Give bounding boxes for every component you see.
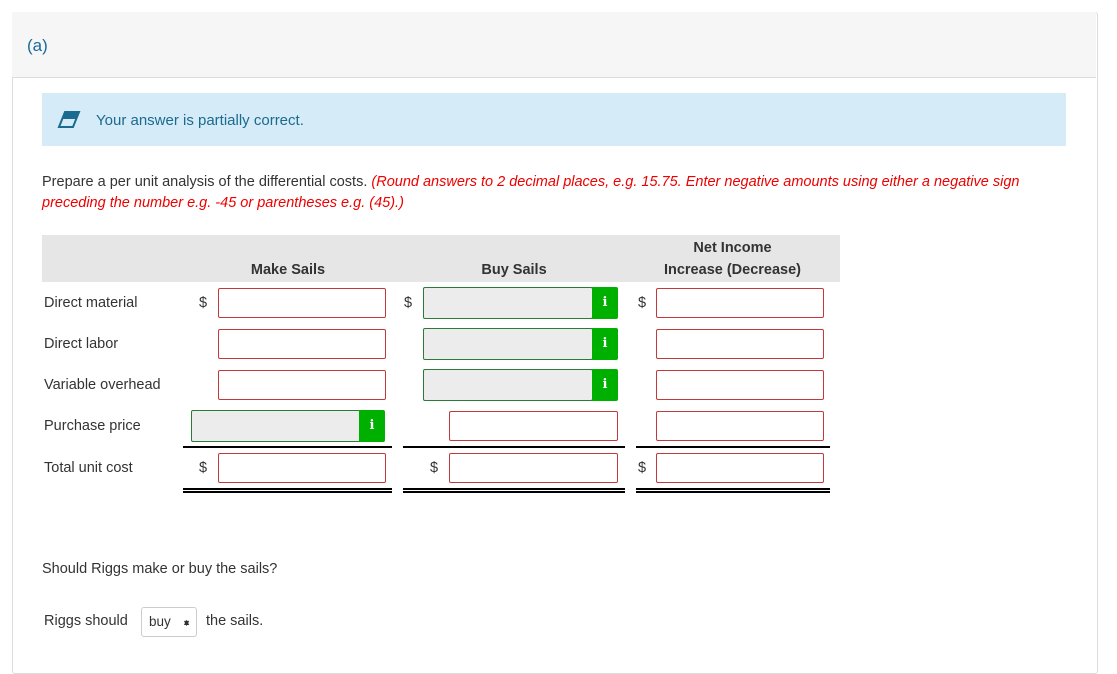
make-or-buy-select[interactable]: buy ▲ ▼ — [141, 607, 197, 637]
make-variable-overhead-input[interactable] — [218, 370, 386, 400]
decision-question: Should Riggs make or buy the sails? — [42, 561, 278, 577]
net-direct-material-input[interactable] — [656, 288, 824, 318]
buy-direct-material-input[interactable] — [423, 287, 593, 319]
dollar-sign: $ — [199, 460, 208, 476]
answer-suffix: the sails. — [206, 613, 264, 629]
header-buy: Buy Sails — [481, 262, 547, 278]
header-net-1: Net Income — [693, 240, 772, 256]
subtotal-line — [636, 446, 830, 448]
answer-prefix: Riggs should — [44, 613, 128, 629]
buy-total-unit-cost-input[interactable] — [449, 453, 618, 483]
dollar-sign: $ — [199, 295, 208, 311]
info-icon[interactable]: i — [592, 328, 618, 360]
make-total-unit-cost-input[interactable] — [218, 453, 386, 483]
row-label-purchase-price: Purchase price — [44, 418, 141, 434]
dollar-sign: $ — [638, 460, 647, 476]
net-direct-labor-input[interactable] — [656, 329, 824, 359]
dollar-sign: $ — [404, 295, 413, 311]
row-label-direct-labor: Direct labor — [44, 336, 119, 352]
info-icon[interactable]: i — [359, 410, 385, 442]
row-label-total-unit-cost: Total unit cost — [44, 460, 133, 476]
total-double-line — [403, 488, 625, 493]
select-arrows-icon-down: ▼ — [182, 618, 191, 628]
dollar-sign: $ — [430, 460, 439, 476]
selected-value: buy — [149, 614, 171, 629]
instructions-text: Prepare a per unit analysis of the diffe… — [42, 174, 368, 190]
buy-purchase-price-input[interactable] — [449, 411, 618, 441]
row-label-direct-material: Direct material — [44, 295, 138, 311]
eraser-icon — [57, 111, 81, 128]
info-icon[interactable]: i — [592, 287, 618, 319]
card-header — [12, 12, 1096, 78]
total-double-line — [636, 488, 830, 493]
dollar-sign: $ — [638, 295, 647, 311]
net-purchase-price-input[interactable] — [656, 411, 824, 441]
make-direct-labor-input[interactable] — [218, 329, 386, 359]
header-net-2: Increase (Decrease) — [663, 262, 802, 278]
buy-direct-labor-input[interactable] — [423, 328, 593, 360]
header-make: Make Sails — [250, 262, 326, 278]
row-label-variable-overhead: Variable overhead — [44, 377, 161, 393]
make-direct-material-input[interactable] — [218, 288, 386, 318]
instructions: Prepare a per unit analysis of the diffe… — [42, 172, 1052, 214]
feedback-text: Your answer is partially correct. — [96, 112, 304, 129]
make-purchase-price-input[interactable] — [191, 410, 361, 442]
info-icon[interactable]: i — [592, 369, 618, 401]
subtotal-line — [403, 446, 625, 448]
buy-variable-overhead-input[interactable] — [423, 369, 593, 401]
total-double-line — [183, 488, 392, 493]
net-total-unit-cost-input[interactable] — [656, 453, 824, 483]
part-label: (a) — [27, 36, 48, 55]
net-variable-overhead-input[interactable] — [656, 370, 824, 400]
subtotal-line — [183, 446, 392, 448]
